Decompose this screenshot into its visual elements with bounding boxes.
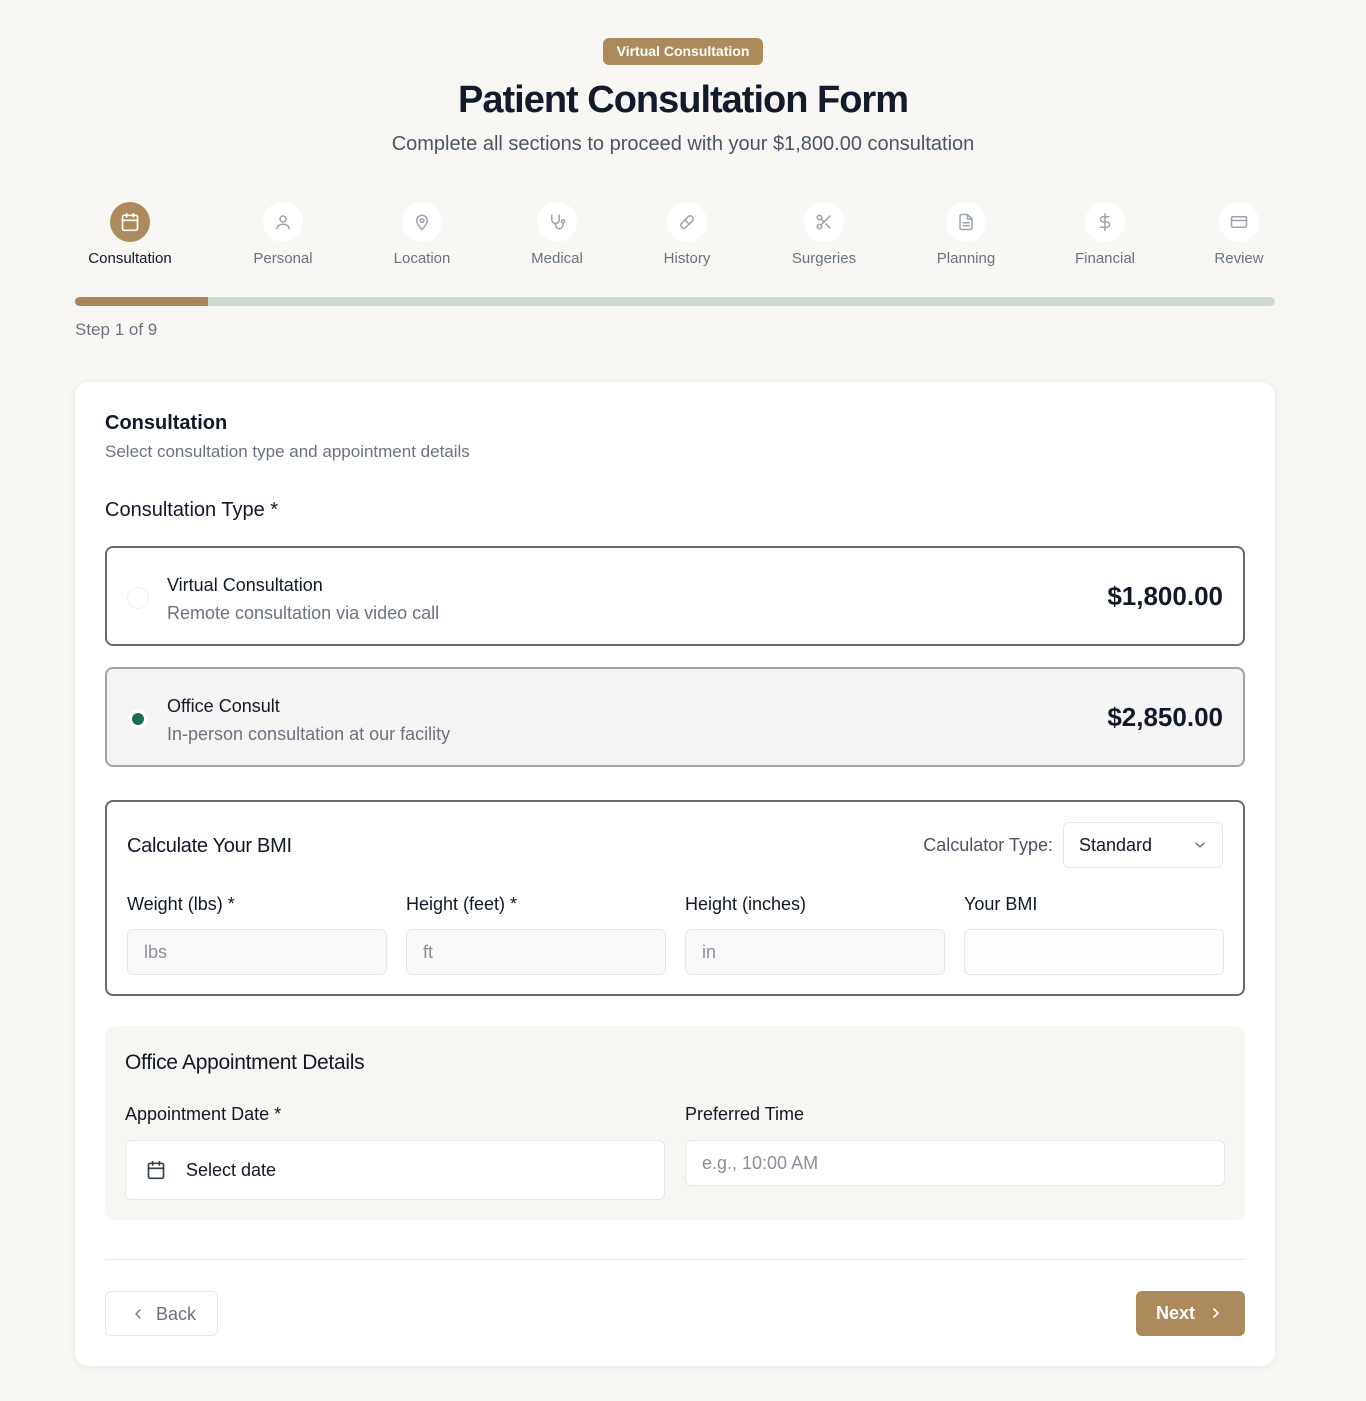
stethoscope-icon <box>537 202 577 242</box>
document-icon <box>946 202 986 242</box>
page-subtitle: Complete all sections to proceed with yo… <box>391 133 975 155</box>
consultation-badge: Virtual Consultation <box>602 38 764 65</box>
user-icon <box>263 202 303 242</box>
step-location[interactable]: Location <box>357 202 487 268</box>
next-label: Next <box>1156 1303 1196 1323</box>
option-price: $2,850.00 <box>1107 702 1223 732</box>
progress-bar <box>75 297 1275 306</box>
step-label: Planning <box>936 250 996 267</box>
page-title: Patient Consultation Form <box>458 79 909 121</box>
weight-input[interactable] <box>127 929 387 975</box>
appointment-details: Office Appointment Details Appointment D… <box>105 1026 1245 1220</box>
step-consultation[interactable]: Consultation <box>65 202 195 268</box>
back-button[interactable]: Back <box>105 1291 218 1336</box>
bmi-result-field <box>964 929 1224 975</box>
weight-label: Weight (lbs) * <box>127 894 235 914</box>
dollar-icon <box>1085 202 1125 242</box>
map-pin-icon <box>402 202 442 242</box>
consultation-type-label: Consultation Type * <box>105 499 279 521</box>
select-value: Standard <box>1079 835 1153 855</box>
calendar-icon <box>146 1160 166 1185</box>
bmi-result-label: Your BMI <box>964 894 1038 914</box>
progress-fill <box>75 297 209 306</box>
option-name: Virtual Consultation <box>167 575 323 595</box>
calculator-type-select[interactable]: Standard <box>1063 822 1223 868</box>
height-feet-input[interactable] <box>406 929 666 975</box>
appointment-date-label: Appointment Date * <box>125 1104 282 1124</box>
step-counter: Step 1 of 9 <box>75 320 158 339</box>
chevron-left-icon <box>130 1306 146 1327</box>
chevron-right-icon <box>1208 1305 1224 1326</box>
next-button[interactable]: Next <box>1136 1291 1245 1336</box>
option-name: Office Consult <box>167 696 280 716</box>
date-picker-button[interactable]: Select date <box>125 1140 665 1200</box>
step-history[interactable]: History <box>622 202 752 268</box>
date-value: Select date <box>186 1160 277 1180</box>
step-label: Financial <box>1074 250 1136 267</box>
step-label: Location <box>393 250 451 267</box>
step-label: Review <box>1214 250 1264 267</box>
section-description: Select consultation type and appointment… <box>105 442 470 461</box>
divider <box>105 1259 1245 1260</box>
height-inches-label: Height (inches) <box>685 894 807 914</box>
option-virtual-consultation[interactable]: Virtual Consultation Remote consultation… <box>105 546 1245 646</box>
step-medical[interactable]: Medical <box>492 202 622 268</box>
bmi-title: Calculate Your BMI <box>127 835 292 857</box>
step-financial[interactable]: Financial <box>1040 202 1170 268</box>
radio-button[interactable] <box>127 587 149 609</box>
chevron-down-icon <box>1192 837 1208 858</box>
step-label: Consultation <box>88 250 172 267</box>
scissors-icon <box>804 202 844 242</box>
step-label: Surgeries <box>791 250 857 267</box>
calculator-type-label: Calculator Type: <box>923 835 1053 855</box>
calendar-icon <box>110 202 150 242</box>
credit-card-icon <box>1219 202 1259 242</box>
radio-button-selected[interactable] <box>127 708 149 730</box>
step-label: Personal <box>253 250 313 267</box>
height-inches-input[interactable] <box>685 929 945 975</box>
step-planning[interactable]: Planning <box>901 202 1031 268</box>
step-personal[interactable]: Personal <box>218 202 348 268</box>
option-price: $1,800.00 <box>1107 581 1223 611</box>
option-office-consult[interactable]: Office Consult In-person consultation at… <box>105 667 1245 767</box>
step-label: History <box>663 250 711 267</box>
section-title: Consultation <box>105 412 228 434</box>
bmi-calculator: Calculate Your BMI Calculator Type: Stan… <box>105 800 1245 996</box>
height-feet-label: Height (feet) * <box>406 894 518 914</box>
preferred-time-input[interactable] <box>685 1140 1225 1186</box>
step-surgeries[interactable]: Surgeries <box>759 202 889 268</box>
step-indicator: Consultation Personal Location Medical H… <box>75 202 1275 272</box>
option-description: In-person consultation at our facility <box>167 724 451 744</box>
preferred-time-label: Preferred Time <box>685 1104 805 1124</box>
page-header: Virtual Consultation Patient Consultatio… <box>0 38 1366 157</box>
form-card: Consultation Select consultation type an… <box>75 382 1275 1366</box>
option-description: Remote consultation via video call <box>167 603 440 623</box>
step-review[interactable]: Review <box>1174 202 1304 268</box>
step-label: Medical <box>531 250 583 267</box>
pill-icon <box>667 202 707 242</box>
appointment-title: Office Appointment Details <box>125 1051 365 1074</box>
back-label: Back <box>156 1304 197 1324</box>
